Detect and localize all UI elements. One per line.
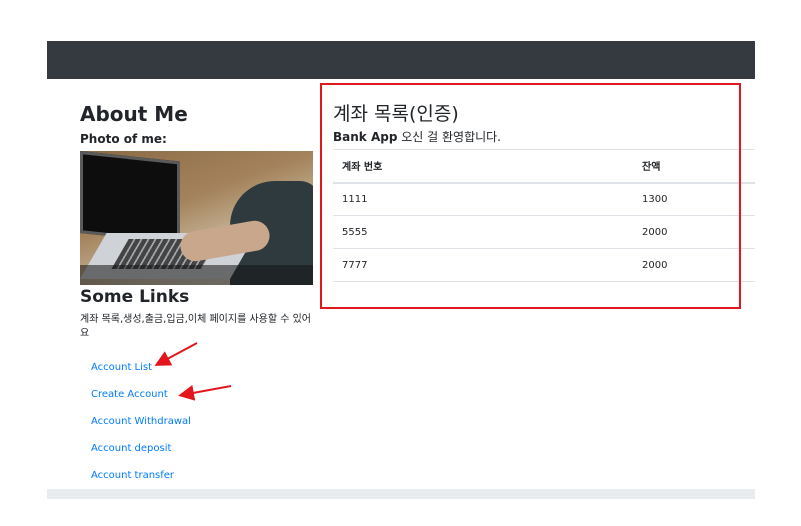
nav-item-account-transfer: Account transfer (80, 459, 320, 486)
links-description: 계좌 목록,생성,출금,입금,이체 페이지를 사용할 수 있어요 (80, 314, 312, 339)
about-title: About Me (80, 102, 188, 126)
account-list-link[interactable]: Account List (80, 354, 152, 381)
top-navbar (47, 41, 755, 79)
account-transfer-link[interactable]: Account transfer (80, 462, 174, 489)
create-account-link[interactable]: Create Account (80, 381, 168, 408)
nav-item-account-deposit: Account deposit (80, 432, 320, 459)
account-nav-list: Account List Create Account Account With… (80, 351, 320, 486)
profile-photo (80, 151, 313, 285)
annotation-highlight-box (320, 83, 741, 309)
sidebar: About Me Photo of me: Some Links 계좌 목록,생… (80, 100, 320, 486)
nav-item-account-withdrawal: Account Withdrawal (80, 405, 320, 432)
photo-label: Photo of me: (80, 132, 167, 146)
nav-item-account-list: Account List (80, 351, 320, 378)
account-withdrawal-link[interactable]: Account Withdrawal (80, 408, 191, 435)
account-deposit-link[interactable]: Account deposit (80, 435, 171, 462)
links-title: Some Links (80, 287, 190, 307)
footer-bar (47, 489, 755, 499)
nav-item-create-account: Create Account (80, 378, 320, 405)
